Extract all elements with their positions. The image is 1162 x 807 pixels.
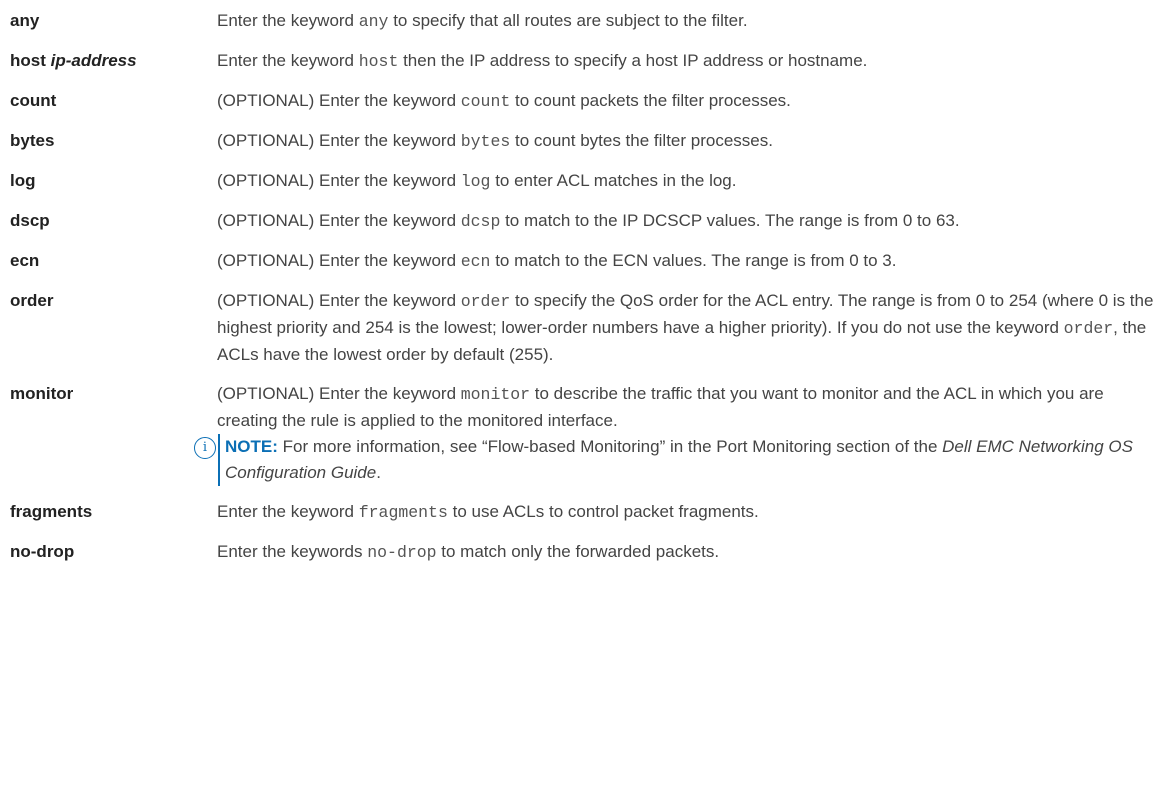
param-term: dscp [10,211,50,230]
keyword: monitor [460,385,531,404]
param-description: Enter the keyword any to specify that al… [217,11,748,31]
keyword: order [1063,319,1114,338]
param-row-no-drop: no-drop Enter the keywords no-drop to ma… [0,539,1162,579]
param-row-ecn: ecn (OPTIONAL) Enter the keyword ecn to … [0,248,1162,288]
param-description: Enter the keyword host then the IP addre… [217,51,868,71]
param-term: order [10,291,54,310]
param-argument: ip-address [50,51,137,70]
param-description: (OPTIONAL) Enter the keyword ecn to matc… [217,251,897,271]
param-term: no-drop [10,542,75,561]
param-term: fragments [10,502,93,521]
param-term: monitor [10,384,74,403]
param-term: any [10,11,40,30]
param-row-any: any Enter the keyword any to specify tha… [0,8,1162,48]
keyword: count [460,92,511,111]
keyword: order [460,292,511,311]
param-row-monitor: monitor (OPTIONAL) Enter the keyword mon… [0,381,1162,499]
param-description: (OPTIONAL) Enter the keyword count to co… [217,91,791,111]
param-description: (OPTIONAL) Enter the keyword log to ente… [217,171,737,191]
param-description: (OPTIONAL) Enter the keyword order to sp… [217,291,1154,364]
param-description: (OPTIONAL) Enter the keyword monitor to … [194,381,1162,486]
param-row-log: log (OPTIONAL) Enter the keyword log to … [0,168,1162,208]
param-term: host ip-address [10,51,137,70]
param-row-order: order (OPTIONAL) Enter the keyword order… [0,288,1162,381]
info-icon: i [194,437,216,459]
keyword: fragments [358,503,448,522]
keyword: no-drop [367,543,437,562]
parameter-table: any Enter the keyword any to specify tha… [0,0,1162,579]
param-row-fragments: fragments Enter the keyword fragments to… [0,499,1162,539]
param-term: bytes [10,131,55,150]
param-row-host: host ip-address Enter the keyword host t… [0,48,1162,88]
param-row-dscp: dscp (OPTIONAL) Enter the keyword dcsp t… [0,208,1162,248]
param-term: ecn [10,251,40,270]
note-body: NOTE: For more information, see “Flow-ba… [218,434,1162,486]
param-term: count [10,91,57,110]
note-label: NOTE: [225,437,278,456]
keyword: log [460,172,491,191]
param-row-count: count (OPTIONAL) Enter the keyword count… [0,88,1162,128]
param-description: Enter the keyword fragments to use ACLs … [217,502,759,522]
param-description: (OPTIONAL) Enter the keyword dcsp to mat… [217,211,960,231]
param-row-bytes: bytes (OPTIONAL) Enter the keyword bytes… [0,128,1162,168]
keyword: ecn [460,252,491,271]
note-callout: i NOTE: For more information, see “Flow-… [194,434,1162,486]
keyword: dcsp [460,212,501,231]
param-description: Enter the keywords no-drop to match only… [217,542,720,562]
param-description: (OPTIONAL) Enter the keyword bytes to co… [217,131,773,151]
param-term: log [10,171,36,190]
keyword: bytes [460,132,511,151]
keyword: host [358,52,399,71]
keyword: any [358,12,389,31]
